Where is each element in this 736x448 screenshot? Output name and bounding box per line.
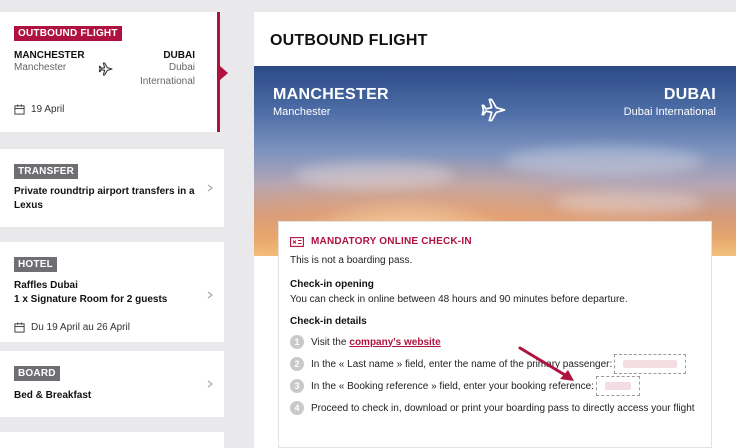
chevron-right-icon	[207, 184, 213, 192]
route-destination: DUBAI Dubai International	[140, 50, 195, 89]
calendar-icon	[14, 322, 25, 333]
sidebar-card-outbound-flight[interactable]: OUTBOUND FLIGHT MANCHESTER Manchester DU…	[0, 12, 228, 132]
hero-destination: DUBAI Dubai International	[624, 86, 716, 118]
calendar-icon	[14, 104, 25, 115]
checkin-step: 4 Proceed to check in, download or print…	[290, 398, 700, 418]
step-number: 4	[290, 401, 304, 415]
checkin-heading: MANDATORY ONLINE CHECK-IN	[311, 236, 472, 247]
transfer-title: Private roundtrip airport transfers in a…	[14, 186, 195, 211]
step-number: 1	[290, 335, 304, 349]
destination-city: DUBAI	[163, 50, 195, 61]
hero-cloud	[554, 191, 704, 215]
flight-date-row: 19 April	[14, 104, 64, 115]
hotel-room: 1 x Signature Room for 2 guests	[14, 294, 168, 305]
sidebar-card-board[interactable]: BOARD Bed & Breakfast	[0, 351, 224, 417]
sidebar-card-hotel[interactable]: HOTEL Raffles Dubai 1 x Signature Room f…	[0, 242, 224, 342]
booking-reference-value[interactable]	[595, 376, 640, 396]
route-origin: MANCHESTER Manchester	[14, 50, 85, 75]
step-number: 2	[290, 357, 304, 371]
checkin-details-title: Check-in details	[290, 316, 367, 327]
hero-cloud	[294, 161, 454, 189]
checkin-step: 3 In the « Booking reference » field, en…	[290, 376, 700, 396]
checkin-opening-title: Check-in opening	[290, 279, 374, 290]
hero-origin-airport: Manchester	[273, 106, 331, 118]
flight-date: 19 April	[31, 104, 65, 115]
hotel-dates-row: Du 19 April au 26 April	[14, 322, 130, 333]
step-text: Proceed to check in, download or print y…	[311, 402, 695, 414]
sidebar-card-next[interactable]	[0, 432, 224, 448]
outbound-flight-badge: OUTBOUND FLIGHT	[14, 26, 122, 41]
checkin-heading-row: MANDATORY ONLINE CHECK-IN	[290, 236, 700, 247]
hotel-name: Raffles Dubai	[14, 280, 78, 291]
hero-destination-city: DUBAI	[663, 86, 716, 103]
step-text: Visit the	[311, 336, 347, 348]
checkin-step: 1 Visit the company's website	[290, 332, 700, 352]
destination-airport-line2: International	[139, 76, 195, 87]
company-website-link[interactable]: company's website	[349, 337, 440, 348]
plane-icon	[98, 62, 113, 76]
hero-origin: MANCHESTER Manchester	[273, 86, 389, 118]
passenger-name-value[interactable]	[614, 354, 687, 374]
hotel-badge: HOTEL	[14, 257, 57, 272]
chevron-right-icon	[207, 291, 213, 299]
step-number: 3	[290, 379, 304, 393]
checkin-steps: 1 Visit the company's website 2 In the «…	[290, 332, 700, 418]
destination-airport-line1: Dubai	[168, 62, 195, 73]
annotation-arrow-icon	[518, 346, 574, 381]
transfer-badge: TRANSFER	[14, 164, 79, 179]
checkin-opening-text: You can check in online between 48 hours…	[290, 294, 628, 305]
sidebar-card-transfer[interactable]: TRANSFER Private roundtrip airport trans…	[0, 149, 224, 227]
online-checkin-box: MANDATORY ONLINE CHECK-IN This is not a …	[278, 221, 712, 448]
hero-cloud	[504, 146, 704, 176]
chevron-right-icon	[207, 380, 213, 388]
hotel-dates: Du 19 April au 26 April	[31, 322, 130, 333]
ticket-icon	[290, 236, 304, 247]
plane-icon	[481, 98, 506, 122]
checkin-step: 2 In the « Last name » field, enter the …	[290, 354, 700, 374]
board-badge: BOARD	[14, 366, 60, 381]
origin-airport: Manchester	[14, 62, 67, 73]
origin-city: MANCHESTER	[14, 50, 85, 61]
selected-pointer	[220, 66, 228, 80]
hero-destination-airport: Dubai International	[623, 106, 716, 118]
board-title: Bed & Breakfast	[14, 390, 92, 401]
outbound-flight-panel: OUTBOUND FLIGHT MANCHESTER Manchester DU…	[254, 12, 736, 448]
hero-origin-city: MANCHESTER	[273, 86, 389, 103]
boarding-pass-note: This is not a boarding pass.	[290, 255, 413, 266]
page-title: OUTBOUND FLIGHT	[270, 32, 428, 49]
